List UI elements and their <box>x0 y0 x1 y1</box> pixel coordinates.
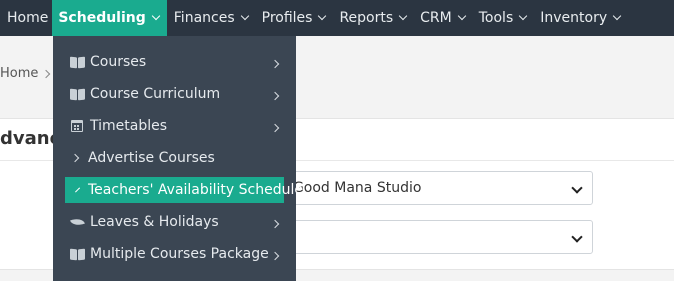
chevron-right-icon <box>270 59 280 69</box>
menu-item-timetables[interactable]: Timetables <box>53 110 296 142</box>
menu-item-advertise-courses[interactable]: Advertise Courses <box>53 142 296 174</box>
nav-crm-label: CRM <box>420 10 452 26</box>
menu-item-label: Course Curriculum <box>90 86 221 102</box>
chevron-down-icon <box>519 11 528 21</box>
book-icon <box>68 89 86 100</box>
nav-scheduling-label: Scheduling <box>58 10 146 26</box>
chevron-right-icon <box>42 69 51 78</box>
chevron-down-icon <box>457 11 466 21</box>
chevron-down-icon <box>151 11 161 21</box>
nav-reports[interactable]: Reports <box>332 0 413 36</box>
chevron-right-icon <box>270 219 280 229</box>
leaf-icon <box>68 216 86 228</box>
nav-home[interactable]: Home <box>0 0 52 36</box>
menu-item-label: Timetables <box>90 118 168 134</box>
nav-finances[interactable]: Finances <box>167 0 255 36</box>
menu-item-leaves-holidays[interactable]: Leaves & Holidays <box>53 206 296 238</box>
chevron-down-icon <box>398 11 408 21</box>
nav-tools-label: Tools <box>478 10 514 26</box>
scheduling-dropdown: Courses Course Curriculum Timetables Adv… <box>53 36 303 281</box>
chevron-down-icon <box>318 11 327 21</box>
chevron-down-icon <box>240 11 249 21</box>
chevron-right-icon <box>270 123 280 133</box>
book-icon <box>68 57 86 68</box>
book-icon <box>68 249 86 260</box>
breadcrumb-home[interactable]: Home <box>0 66 38 81</box>
calendar-icon <box>68 120 86 132</box>
studio-select[interactable]: t Good Mana Studio <box>276 171 593 205</box>
nav-profiles[interactable]: Profiles <box>255 0 333 36</box>
menu-item-course-curriculum[interactable]: Course Curriculum <box>53 78 296 110</box>
menu-item-teachers-availability[interactable]: Teachers' Availability Schedule <box>65 177 303 203</box>
chevron-right-icon <box>70 153 80 163</box>
nav-crm[interactable]: CRM <box>413 0 472 36</box>
nav-scheduling[interactable]: Scheduling <box>52 0 167 36</box>
nav-profiles-label: Profiles <box>261 10 313 26</box>
menu-item-label: Courses <box>90 54 147 70</box>
nav-inventory[interactable]: Inventory <box>533 0 627 36</box>
menu-item-label: Multiple Courses Package <box>90 246 269 262</box>
menu-item-courses[interactable]: Courses <box>53 46 296 78</box>
second-select[interactable]: ) <box>276 220 593 254</box>
nav-tools[interactable]: Tools <box>472 0 534 36</box>
chevron-down-icon <box>612 11 622 21</box>
nav-inventory-label: Inventory <box>540 10 608 26</box>
top-navbar: Home Scheduling Finances Profiles Report… <box>0 0 674 36</box>
nav-reports-label: Reports <box>339 10 394 26</box>
menu-item-label: Advertise Courses <box>88 150 215 166</box>
nav-finances-label: Finances <box>173 10 235 26</box>
breadcrumb: Home <box>0 66 51 81</box>
chevron-down-icon <box>571 182 583 194</box>
chevron-right-icon <box>270 251 280 261</box>
nav-home-label: Home <box>7 10 49 26</box>
menu-item-label: Leaves & Holidays <box>90 214 219 230</box>
menu-item-multiple-courses-package[interactable]: Multiple Courses Package <box>53 238 296 270</box>
chevron-right-icon <box>270 91 280 101</box>
chevron-down-icon <box>571 231 583 243</box>
studio-select-value: t Good Mana Studio <box>283 180 422 196</box>
chevron-right-icon <box>75 187 80 193</box>
menu-item-label: Teachers' Availability Schedule <box>88 182 303 198</box>
